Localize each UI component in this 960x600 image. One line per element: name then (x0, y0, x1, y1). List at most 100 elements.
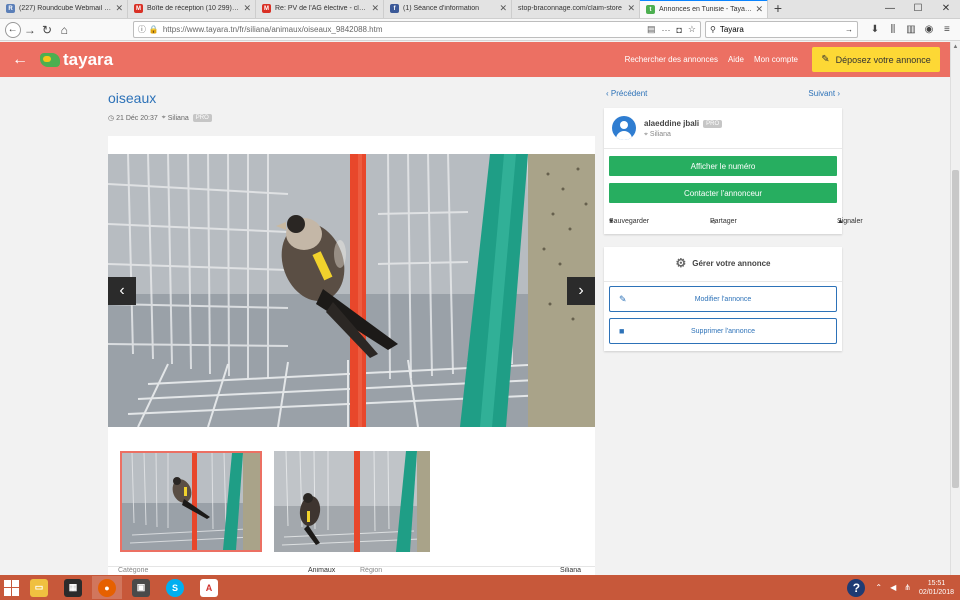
system-clock[interactable]: 15:51 02/01/2018 (919, 579, 954, 597)
close-tab-icon[interactable]: ✕ (371, 3, 379, 14)
firefox-icon: ● (98, 578, 116, 597)
listing-location: Siliana (167, 114, 189, 122)
seller-card: alaeddine jbali PRO ⌖ Siliana Afficher l… (604, 108, 863, 234)
help-link[interactable]: Aide (728, 55, 744, 64)
scrollbar-thumb[interactable] (952, 170, 959, 488)
extension-icon[interactable]: ◉ (920, 24, 938, 35)
search-icon: ⚲ (710, 25, 716, 34)
library-icon[interactable]: ⫼ (884, 24, 902, 35)
roundcube-icon: R (6, 4, 15, 13)
close-window-icon[interactable]: ✕ (932, 0, 960, 18)
more-actions-icon[interactable]: ··· (661, 25, 670, 35)
close-tab-icon[interactable]: ✕ (627, 3, 635, 14)
search-go-icon[interactable]: → (845, 25, 853, 34)
gallery-thumbnail-1[interactable] (120, 451, 262, 552)
browser-tab-stop-braconnage[interactable]: stop-braconnage.com/claim-store ✕ (512, 0, 640, 18)
forward-button[interactable]: → (21, 21, 38, 39)
taskbar-media-app[interactable]: ▦ (58, 576, 88, 599)
trash-icon: ■ (619, 326, 625, 336)
page-scrollbar[interactable]: ▲ (950, 42, 960, 575)
new-tab-button[interactable]: + (768, 0, 788, 18)
seller-pro-badge: PRO (703, 119, 723, 128)
clock-icon: ◷ (108, 115, 115, 122)
pocket-icon[interactable]: ◘ (676, 25, 681, 35)
logo-text: tayara (63, 49, 114, 69)
my-account-link[interactable]: Mon compte (754, 55, 798, 64)
window-controls: — ☐ ✕ (876, 0, 960, 18)
media-app-icon: ▦ (64, 578, 82, 597)
scroll-up-icon[interactable]: ▲ (951, 42, 960, 52)
edit-listing-button[interactable]: ✎ Modifier l'annonce (609, 286, 837, 312)
back-button[interactable]: ← (4, 21, 21, 39)
gmail-icon: M (134, 4, 143, 13)
divider (604, 281, 842, 282)
url-bar[interactable]: ⓘ 🔒 https://www.tayara.tn/fr/siliana/ani… (132, 21, 701, 38)
reload-button[interactable]: ↻ (38, 21, 55, 39)
menu-icon[interactable]: ≡ (938, 24, 956, 35)
forward-arrow-icon: → (23, 22, 36, 37)
tayara-favicon: t (646, 5, 655, 14)
delete-listing-button[interactable]: ■ Supprimer l'annonce (609, 318, 837, 344)
reader-view-icon[interactable]: ▤ (647, 24, 656, 35)
taskbar-firefox[interactable]: ● (92, 576, 122, 599)
home-button[interactable]: ⌂ (56, 21, 73, 39)
region-value: Siliana (560, 567, 582, 574)
gmail-icon: M (262, 4, 271, 13)
pencil-icon: ✎ (619, 293, 627, 304)
maximize-icon[interactable]: ☐ (904, 0, 932, 18)
browser-tab-roundcube[interactable]: R (227) Roundcube Webmail 1.3.3 ✕ (0, 0, 128, 18)
chevron-right-icon: › (578, 282, 584, 299)
close-tab-icon[interactable]: ✕ (755, 4, 763, 15)
search-bar[interactable]: ⚲ → (705, 21, 858, 38)
close-tab-icon[interactable]: ✕ (115, 3, 123, 14)
network-icon[interactable]: ⋔ (904, 583, 911, 592)
listing-date: 21 Déc 20:37 (116, 114, 158, 122)
listing-meta: ◷ 21 Déc 20:37 ⌖ Siliana PRO (108, 114, 212, 122)
seller-actions: ♥ Sauvegarder ⋖ Partager ▲ Signaler (609, 218, 863, 226)
previous-listing-link[interactable]: ‹ Précédent (606, 89, 647, 98)
taskbar-file-explorer[interactable]: ▭ (24, 576, 54, 599)
search-input[interactable] (719, 25, 845, 34)
search-ads-link[interactable]: Rechercher des annonces (625, 55, 718, 64)
pro-badge: PRO (192, 114, 212, 122)
url-text[interactable]: https://www.tayara.tn/fr/siliana/animaux… (163, 25, 641, 34)
chevron-left-icon: ‹ (119, 282, 125, 299)
post-ad-button[interactable]: ✎ Déposez votre annonce (812, 47, 940, 72)
browser-tab-gmail-pv[interactable]: M Re: PV de l'AG élective - claudi... ✕ (256, 0, 384, 18)
site-info-icon[interactable]: ⓘ (138, 24, 146, 35)
listing-title: oiseaux (108, 90, 157, 106)
manage-title: ⚙ Gérer votre annonce (675, 256, 771, 270)
minimize-icon[interactable]: — (876, 0, 904, 18)
site-back-arrow-icon[interactable]: ← (0, 51, 40, 69)
browser-tab-tayara[interactable]: t Annonces en Tunisie - Tayara.tn ✕ (640, 0, 768, 18)
main-photo[interactable]: ‹ › (108, 154, 595, 427)
contact-seller-button[interactable]: Contacter l'annonceur (609, 183, 837, 203)
close-tab-icon[interactable]: ✕ (243, 3, 251, 14)
help-icon[interactable]: ? (847, 578, 866, 597)
avatar (612, 116, 636, 140)
volume-icon[interactable]: ◀ (890, 583, 896, 592)
taskbar-skype[interactable]: S (160, 576, 190, 599)
browser-tab-gmail-inbox[interactable]: M Boîte de réception (10 299) - a... ✕ (128, 0, 256, 18)
sidebar-icon[interactable]: ▥ (902, 24, 920, 35)
pencil-icon: ✎ (821, 54, 830, 65)
home-icon: ⌂ (60, 22, 68, 37)
next-listing-link[interactable]: Suivant › (808, 89, 840, 98)
folder-icon: ▭ (30, 578, 48, 597)
gallery-next-button[interactable]: › (567, 277, 595, 305)
tayara-logo[interactable]: tayara (40, 50, 113, 70)
windows-start-icon[interactable] (4, 579, 20, 596)
gallery-thumbnail-2[interactable] (274, 451, 430, 552)
close-tab-icon[interactable]: ✕ (499, 3, 507, 14)
downloads-icon[interactable]: ⬇ (866, 24, 884, 35)
tray-expand-icon[interactable]: ⌃ (875, 583, 882, 592)
goldfinch-in-cage-photo (108, 154, 595, 427)
taskbar-grid-app[interactable]: ▣ (126, 576, 156, 599)
facebook-icon: f (390, 4, 399, 13)
gallery-prev-button[interactable]: ‹ (108, 277, 136, 305)
browser-tab-facebook[interactable]: f (1) Séance d'information ✕ (384, 0, 512, 18)
taskbar-pdf-reader[interactable]: A (194, 576, 224, 599)
thumbnail-photo-2 (274, 451, 430, 552)
bookmark-star-icon[interactable]: ☆ (688, 24, 696, 35)
show-number-button[interactable]: Afficher le numéro (609, 156, 837, 176)
